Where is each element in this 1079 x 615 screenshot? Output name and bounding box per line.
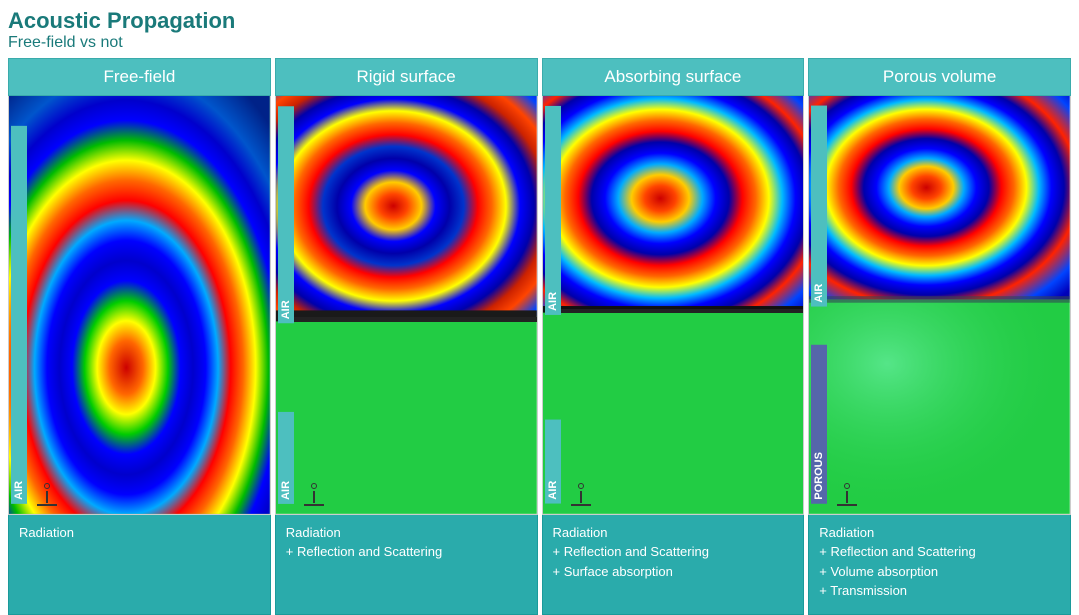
page: Acoustic Propagation Free-field vs not F… [0,0,1079,607]
caption-line-absorbing-1: Radiation [553,523,794,543]
col-header-absorbing-surface: Absorbing surface [542,58,805,96]
wave-viz-free-field: AIR [9,96,270,514]
source-indicator-3 [571,483,591,506]
air-label-2-bot: AIR [278,412,294,504]
page-subtitle: Free-field vs not [8,34,1071,52]
col-image-free-field: AIR [8,96,271,515]
col-header-free-field: Free-field [8,58,271,96]
caption-line-porous-3: + Volume absorption [819,562,1060,582]
main-content: Free-field AIR [8,58,1071,615]
caption-line-porous-2: + Reflection and Scattering [819,542,1060,562]
air-label-2-top: AIR [278,106,294,323]
wave-viz-porous: AIR POROUS [809,96,1070,514]
col-caption-free-field: Radiation [8,515,271,615]
air-label-1: AIR [11,126,27,504]
col-header-porous-volume: Porous volume [808,58,1071,96]
caption-line-absorbing-2: + Reflection and Scattering [553,542,794,562]
air-label-3-top: AIR [545,106,561,315]
col-header-rigid-surface: Rigid surface [275,58,538,96]
col-image-rigid-surface: AIR AIR [275,96,538,515]
caption-line-absorbing-3: + Surface absorption [553,562,794,582]
source-indicator-2 [304,483,324,506]
source-indicator-1 [37,483,57,506]
col-image-porous: AIR POROUS [808,96,1071,515]
surface-line-absorbing [561,309,804,313]
col-caption-porous-volume: Radiation + Reflection and Scattering + … [808,515,1071,615]
porous-label-4: POROUS [811,345,827,504]
caption-line-rigid-2: + Reflection and Scattering [286,542,527,562]
caption-line-1: Radiation [19,525,74,540]
caption-line-rigid-1: Radiation [286,523,527,543]
wave-viz-absorbing: AIR AIR [543,96,804,514]
column-porous-volume: Porous volume AIR POROUS [808,58,1071,615]
air-label-4-top: AIR [811,106,827,307]
caption-line-porous-1: Radiation [819,523,1060,543]
wave-viz-rigid: AIR AIR [276,96,537,514]
column-rigid-surface: Rigid surface AIR AIR [275,58,538,615]
col-caption-absorbing-surface: Radiation + Reflection and Scattering + … [542,515,805,615]
header: Acoustic Propagation Free-field vs not [8,8,1071,52]
air-label-3-bot: AIR [545,420,561,504]
col-caption-rigid-surface: Radiation + Reflection and Scattering [275,515,538,615]
surface-line-rigid [294,317,537,322]
caption-line-porous-4: + Transmission [819,581,1060,601]
column-absorbing-surface: Absorbing surface AIR AIR [542,58,805,615]
col-image-absorbing: AIR AIR [542,96,805,515]
source-indicator-4 [837,483,857,506]
column-free-field: Free-field AIR [8,58,271,615]
page-title: Acoustic Propagation [8,8,1071,34]
